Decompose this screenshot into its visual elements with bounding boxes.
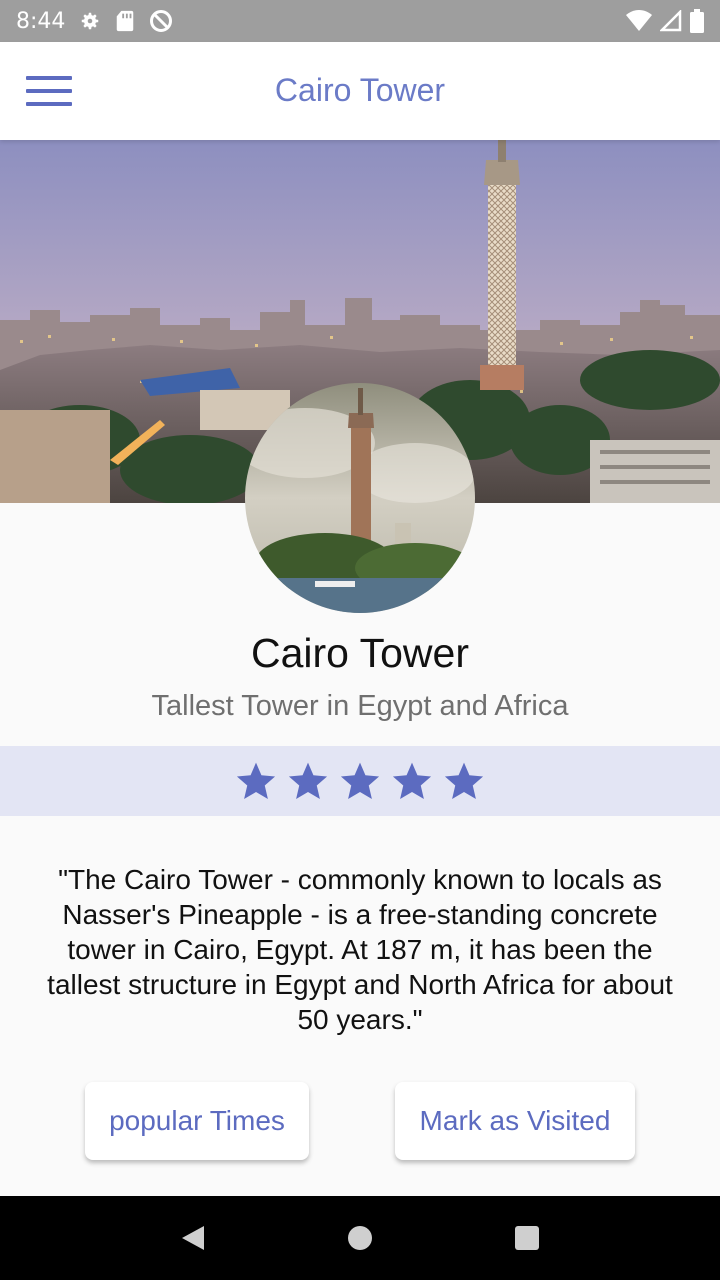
mark-visited-button[interactable]: Mark as Visited [395, 1082, 635, 1160]
star-icon[interactable] [391, 760, 433, 802]
dnd-icon [150, 10, 173, 32]
sd-card-icon [117, 10, 134, 32]
cell-signal-icon [660, 10, 682, 32]
rating-bar[interactable] [0, 746, 720, 816]
home-icon[interactable] [345, 1223, 375, 1253]
star-icon[interactable] [339, 760, 381, 802]
place-avatar [245, 383, 475, 613]
status-icons-right [626, 9, 704, 33]
system-nav-bar [0, 1196, 720, 1280]
app-bar-title: Cairo Tower [274, 72, 446, 108]
status-bar: 8:44 [0, 0, 720, 42]
status-time: 8:44 [16, 8, 66, 34]
star-icon[interactable] [287, 760, 329, 802]
back-icon[interactable] [178, 1223, 208, 1253]
place-description: "The Cairo Tower - commonly known to loc… [47, 864, 673, 1035]
wifi-icon [626, 10, 652, 31]
battery-icon [690, 9, 704, 33]
recents-icon[interactable] [512, 1223, 542, 1253]
popular-times-button[interactable]: popular Times [85, 1082, 309, 1160]
star-icon[interactable] [443, 760, 485, 802]
gear-icon [82, 12, 99, 30]
star-icon[interactable] [235, 760, 277, 802]
status-icons-left [79, 9, 173, 33]
place-subtitle: Tallest Tower in Egypt and Africa [151, 690, 569, 722]
place-title: Cairo Tower [251, 630, 469, 676]
app-bar: Cairo Tower [0, 42, 720, 140]
